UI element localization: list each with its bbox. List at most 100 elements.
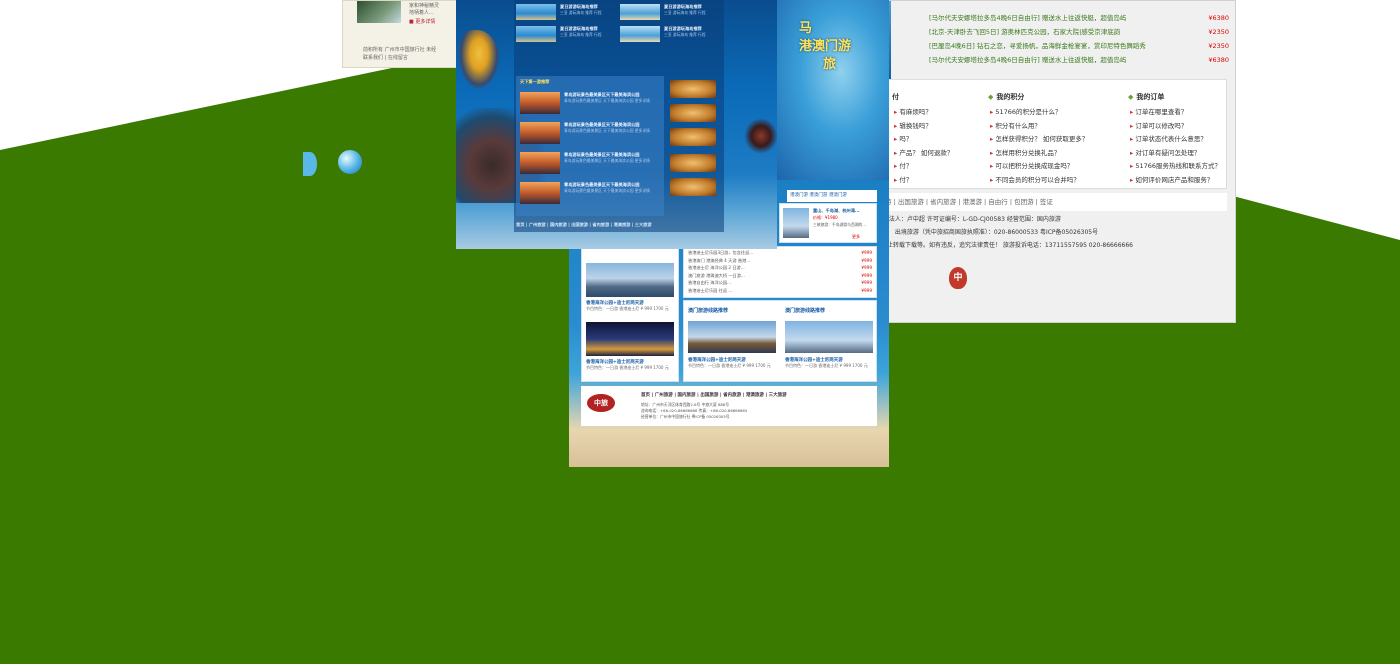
front-list-photo [520,92,560,114]
food-photo[interactable] [670,178,716,196]
faq-question[interactable]: 订单可以修改吗？ [1118,120,1228,134]
macau-desc: 节目特色：一日游 香港迪士尼 ¥ 999 1700 元 [688,363,771,368]
route-text: [马尔代夫安娜塔拉多岛4晚6日自由行] 赠送水上往返快艇，超值岛屿 [929,56,1127,64]
food-photo-column [668,76,720,216]
faq-question[interactable]: 如何评价网店产品和服务？ [1118,174,1228,188]
right-footer-nav[interactable]: 游 | 出国旅游 | 省内旅游 | 港澳游 | 自由行 | 包团游 | 签证 [881,193,1227,211]
faq-question[interactable]: 对订单有疑问怎处理？ [1118,147,1228,161]
route-text: [巴厘岛4晚6日] 钻石之恋，寻爱扬帆，品海鲜金枪宴宴，赏印尼特色舞蹈秀 [929,42,1146,50]
left-text-1: 家和神秘精灵 [409,3,440,9]
macau-panel: 澳门旅游线路推荐 澳门旅游线路推荐 香港海洋公园+迪士尼两天游 香港海洋公园+迪… [683,300,877,382]
faq-col-title: ◆ 我的订单 [1128,93,1165,101]
faq-question[interactable]: 付？ [882,160,982,174]
promo-more[interactable]: 更多 [852,234,860,240]
price-row[interactable]: ¥999 香港自由行 海洋公园... [688,279,872,287]
price-row[interactable]: ¥999 香港迪士尼 海洋公园 2 日游... [688,264,872,272]
diver-image [458,30,500,90]
faq-question[interactable]: 有麻烦吗？ [882,106,982,120]
faq-question[interactable]: 订单状态代表什么意思？ [1118,133,1228,147]
front-list-photo [520,152,560,174]
route-row[interactable]: [马尔代夫安娜塔拉多岛4晚6日自由行] 赠送水上往返快艇，超值岛屿 ¥6380 [929,11,1229,25]
hk-desc: 节目特色：一日游 香港迪士尼 ¥ 999 1700 元 [586,306,669,311]
route-row[interactable]: [巴厘岛4晚6日] 钻石之恋，寻爱扬帆，品海鲜金枪宴宴，赏印尼特色舞蹈秀 ¥235… [929,39,1229,53]
route-list: [马尔代夫安娜塔拉多岛4晚6日自由行] 赠送水上往返快艇，超值岛屿 ¥6380 [… [929,11,1229,67]
mid-footer-nav[interactable]: 首页 | 广州旅游 | 国内旅游 | 出国旅游 | 省内旅游 | 港澳旅游 | … [641,392,787,398]
right-page-screenshot: [马尔代夫安娜塔拉多岛4晚6日自由行] 赠送水上往返快艇，超值岛屿 ¥6380 [… [880,0,1236,323]
price-row[interactable]: ¥999 澳门旅游 港珠澳大桥 一日游... [688,272,872,280]
front-footer-nav[interactable]: 首页 | 广州旅游 | 国内旅游 | 出国旅游 | 省内旅游 | 港澳旅游 | … [516,222,652,228]
food-photo[interactable] [670,104,716,122]
lionfish-image [744,118,777,154]
mid-footer-addr: 地址：广州市天河区体育西路2-6号 中旅大厦 888号 咨询电话：+86-020… [641,402,748,419]
faq-question[interactable]: 辑换钱吗？ [882,120,982,134]
hk-night-photo[interactable] [586,322,674,356]
hk-city-photo[interactable] [586,263,674,297]
left-footer-1: 前积所有 广州市中国旅行社 未经 [363,47,437,53]
front-list-panel: 天下第一游推荐 青岛游玩景色最美景区天下最美海滨公园 青岛游玩景色最美景区 天下… [516,76,664,216]
front-item-photo [620,4,660,20]
promo-card[interactable]: 富山、千岛湖、杭州湾... 价格：¥1980 三峡旅游：千岛湖游与西湖的... … [779,203,877,243]
bubble-icon [338,150,362,174]
footer-line: 社 法人：卢中超 许可证编号：L-GD-CJ00583 经营范围：国内旅游 [881,216,1061,223]
faq-question[interactable]: 吗？ [882,133,982,147]
seal-icon: 中 [949,267,967,289]
faq-question[interactable]: 怎样获得积分？ 如何获取更多？ [978,133,1118,147]
price-row[interactable]: ¥999 香港迪士尼乐园 往返 ... [688,287,872,295]
faq-question[interactable]: 可以把积分兑换成现金吗？ [978,160,1118,174]
mid-nav-bar[interactable]: 港澳门游 港澳门游 港澳门游 [787,190,877,202]
leaf-icon: ◆ [1128,93,1134,101]
faq-question[interactable]: 怎样用积分兑换礼品？ [978,147,1118,161]
front-list-photo [520,122,560,144]
hk-desc: 节目特色：一日游 香港迪士尼 ¥ 999 1700 元 [586,365,669,370]
price-list-panel: ¥999 香港迪士尼乐园3日游，包含往返... ¥999 香港澳门 港澳经典 4 天… [683,246,877,298]
front-page-screenshot: 夏日游游玩海岛推荐 三亚 游玩海岛 推荐 行程 夏日游游玩海岛推荐 三亚 游玩海… [456,0,777,249]
faq-col-payment: 付 有麻烦吗？ 辑换钱吗？ 吗？ 产品？ 如何退款？ 付？ 付？ [882,80,982,187]
front-list-photo [520,182,560,204]
route-price: ¥2350 [1208,28,1229,36]
food-photo[interactable] [670,80,716,98]
hk-panel: 香港海洋公园+迪士尼两天游 节目特色：一日游 香港迪士尼 ¥ 999 1700 … [581,246,679,382]
left-more-link[interactable]: ■ 更多详情 [409,18,435,25]
front-section-header: 天下第一游推荐 [520,79,550,84]
front-item-photo [516,26,556,42]
food-photo[interactable] [670,154,716,172]
faq-col-title: ◆ 我的积分 [988,93,1025,101]
front-item-photo [516,4,556,20]
route-price: ¥6380 [1208,14,1229,22]
merlion-photo[interactable] [785,321,873,353]
macau-desc: 节目特色：一日游 香港迪士尼 ¥ 999 1700 元 [785,363,868,368]
food-photo[interactable] [670,128,716,146]
footer-line: 区） 出境旅游（凭中旅招商国旅执照准）：020-86000533 粤ICP备05… [881,229,1099,236]
faq-col-orders: ◆我的订单 订单在哪里查看？ 订单可以修改吗？ 订单状态代表什么意思？ 对订单有… [1118,80,1228,187]
macau-title-2: 澳门旅游线路推荐 [785,308,826,314]
faq-question[interactable]: 51766的积分是什么？ [978,106,1118,120]
route-row[interactable]: [马尔代夫安娜塔拉多岛4晚6日自由行] 赠送水上往返快艇，超值岛屿 ¥6380 [929,53,1229,67]
route-price: ¥2350 [1208,42,1229,50]
faq-col-points: ◆我的积分 51766的积分是什么？ 积分有什么用？ 怎样获得积分？ 如何获取更… [978,80,1118,187]
promo-desc: 三峡旅游：千岛湖游与西湖的... [813,222,866,227]
faq-question[interactable]: 积分有什么用？ [978,120,1118,134]
route-text: [马尔代夫安娜塔拉多岛4晚6日自由行] 赠送水上往返快艇，超值岛屿 [929,14,1127,22]
price-list: ¥999 香港迪士尼乐园3日游，包含往返... ¥999 香港澳门 港澳经典 4 天… [684,247,876,296]
bubble-icon [303,152,317,176]
company-logo: 中旅 [587,394,615,412]
route-row[interactable]: [北京-天津卧去飞回5日] 游奥林匹克公园，石家大院|感受京津底韵 ¥2350 [929,25,1229,39]
coast-thumbnail [357,1,401,23]
price-row[interactable]: ¥999 香港迪士尼乐园3日游，包含往返... [688,249,872,257]
mid-footer: 中旅 首页 | 广州旅游 | 国内旅游 | 出国旅游 | 省内旅游 | 港澳旅游… [581,386,877,426]
front-item-photo [620,26,660,42]
price-row[interactable]: ¥999 香港澳门 港澳经典 4 天游 香港... [688,257,872,265]
header-title: 马 港澳门游 旅 [799,21,852,72]
faq-question[interactable]: 订单在哪里查看？ [1118,106,1228,120]
faq-question[interactable]: 产品？ 如何退款？ [882,147,982,161]
promo-title: 富山、千岛湖、杭州湾... [813,208,860,213]
macau-title: 澳门旅游线路推荐 [688,308,729,314]
route-price: ¥6380 [1208,56,1229,64]
left-page-screenshot: 家和神秘精灵 地柄着人... ■ 更多详情 前积所有 广州市中国旅行社 未经 联… [342,0,462,68]
faq-panel: 付 有麻烦吗？ 辑换钱吗？ 吗？ 产品？ 如何退款？ 付？ 付？ ◆我的积分 5… [881,79,1227,189]
faq-question[interactable]: 付？ [882,174,982,188]
macau-photo[interactable] [688,321,776,353]
faq-question[interactable]: 51766服务热线和联系方式？ [1118,160,1228,174]
faq-question[interactable]: 不同会员的积分可以合并吗？ [978,174,1118,188]
left-text-2: 地柄着人... [409,10,434,16]
